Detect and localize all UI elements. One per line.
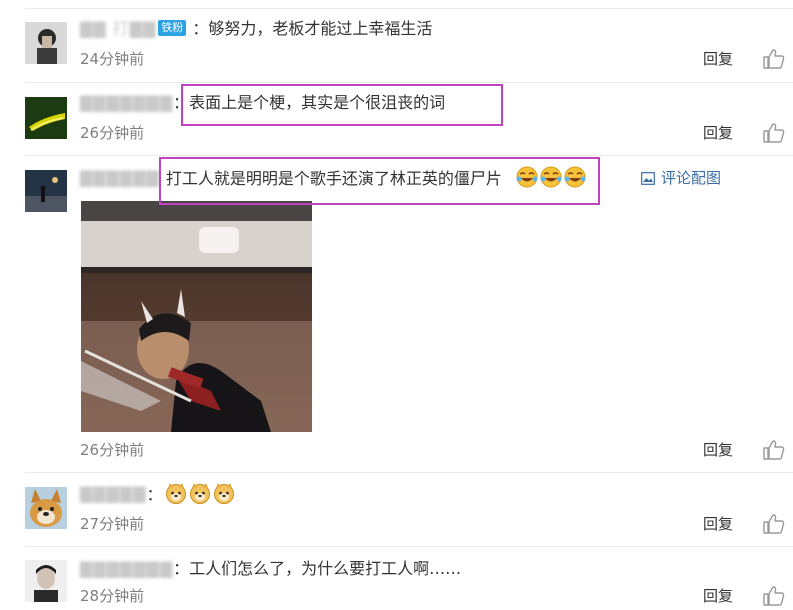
divider (25, 82, 793, 83)
like-button[interactable] (763, 440, 785, 460)
thumbs-up-icon (763, 440, 785, 460)
divider (25, 8, 793, 9)
comment-text: 够努力，老板才能过上幸福生活 (208, 19, 433, 38)
timestamp: 24分钟前 (80, 50, 145, 68)
reply-button[interactable]: 回复 (703, 514, 733, 534)
doge-emoji (189, 483, 210, 504)
comment-photo[interactable] (81, 201, 312, 432)
doge-emoji (165, 483, 186, 504)
reply-button[interactable]: 回复 (703, 440, 733, 460)
thumbs-up-icon (763, 586, 785, 606)
avatar[interactable] (25, 560, 67, 602)
comment-line: ▇▇ 打▇▇ 铁粉 ：够努力，老板才能过上幸福生活 (80, 17, 432, 41)
divider (25, 155, 793, 156)
fan-badge: 铁粉 (158, 20, 187, 36)
username[interactable]: ▇▇▇▇▇▇▇ (80, 557, 173, 581)
comment-image-link[interactable]: 评论配图 (641, 166, 721, 190)
comment-text: 工人们怎么了，为什么要打工人啊…… (189, 559, 462, 578)
doge-emoji (213, 483, 234, 504)
username[interactable]: ▇▇▇▇▇▇▇ (80, 91, 173, 115)
reply-button[interactable]: 回复 (703, 586, 733, 606)
username[interactable]: ▇▇▇▇▇ (80, 482, 147, 506)
highlight-box (181, 84, 503, 126)
thumbs-up-icon (763, 49, 785, 69)
separator: ： (173, 559, 190, 578)
like-button[interactable] (763, 49, 785, 69)
thumbs-up-icon (763, 514, 785, 534)
comment-line: ▇▇▇▇▇： (80, 482, 235, 506)
thumbs-up-icon (763, 123, 785, 143)
username[interactable]: ▇▇▇▇▇▇ (80, 166, 160, 190)
divider (25, 546, 793, 547)
comment-image-link-label[interactable]: 评论配图 (661, 169, 721, 187)
avatar[interactable] (25, 22, 67, 64)
timestamp: 26分钟前 (80, 124, 145, 142)
timestamp: 27分钟前 (80, 515, 145, 533)
reply-button[interactable]: 回复 (703, 49, 733, 69)
timestamp: 28分钟前 (80, 587, 145, 605)
avatar[interactable] (25, 97, 67, 139)
separator: ： (146, 485, 163, 504)
like-button[interactable] (763, 123, 785, 143)
highlight-box (159, 157, 600, 205)
divider (25, 472, 793, 473)
like-button[interactable] (763, 514, 785, 534)
username[interactable]: ▇▇ 打▇▇ (80, 17, 156, 41)
comment-line: ▇▇▇▇▇▇▇：工人们怎么了，为什么要打工人啊…… (80, 557, 461, 581)
separator: ： (192, 19, 209, 38)
image-icon (641, 172, 655, 185)
avatar[interactable] (25, 170, 67, 212)
like-button[interactable] (763, 586, 785, 606)
reply-button[interactable]: 回复 (703, 123, 733, 143)
avatar[interactable] (25, 487, 67, 529)
timestamp: 26分钟前 (80, 441, 145, 459)
